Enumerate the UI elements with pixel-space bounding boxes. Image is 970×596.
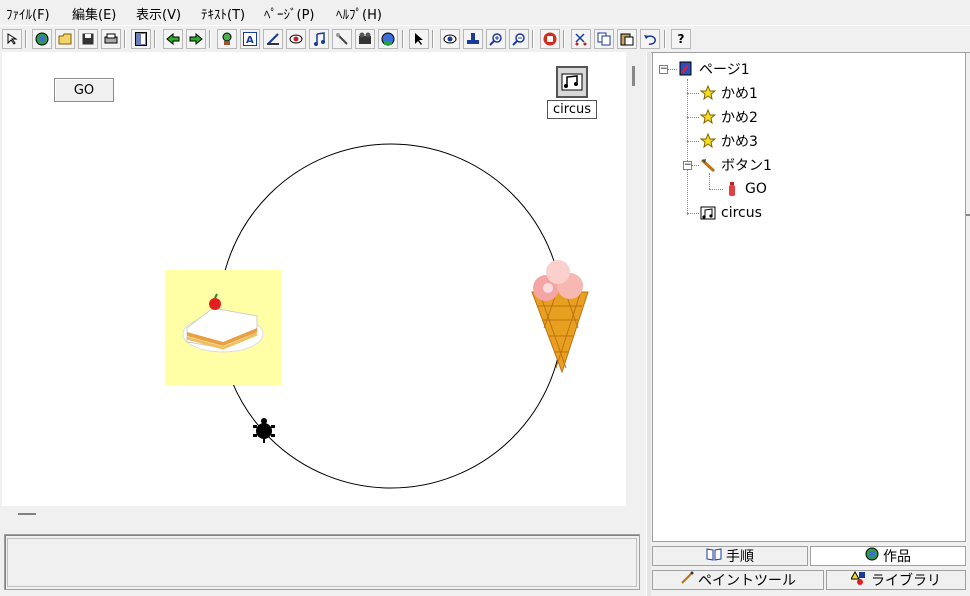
turtle-sprite[interactable] <box>250 417 278 445</box>
stage-canvas[interactable]: GO circus <box>2 52 626 506</box>
tab-library[interactable]: ライブラリ <box>826 570 966 590</box>
tree-music[interactable]: circus <box>699 203 762 223</box>
stage-divider-mark <box>18 513 36 515</box>
menu-text[interactable]: ﾃｷｽﾄ(T) <box>201 4 245 23</box>
copy-icon[interactable] <box>594 29 614 49</box>
turtle-star-icon <box>699 108 717 126</box>
cut-icon[interactable] <box>571 29 591 49</box>
tree-page[interactable]: ページ1 <box>677 59 750 79</box>
layout-icon[interactable] <box>131 29 151 49</box>
save-icon[interactable] <box>78 29 98 49</box>
tab-procedure[interactable]: 手順 <box>652 546 808 566</box>
turtle-star-icon <box>699 132 717 150</box>
zoom-out-icon[interactable] <box>509 29 529 49</box>
tree-button-child[interactable]: GO <box>723 179 767 199</box>
menu-page[interactable]: ﾍﾟｰｼﾞ(P) <box>264 4 314 23</box>
expander-page[interactable]: − <box>659 65 668 74</box>
stop-hand-icon[interactable] <box>540 29 560 49</box>
globe-icon[interactable] <box>32 29 52 49</box>
menu-edit[interactable]: 編集(E) <box>72 4 116 23</box>
bottle-icon <box>723 180 741 198</box>
ice-cream-sprite[interactable] <box>526 258 594 376</box>
menu-view[interactable]: 表示(V) <box>136 4 181 23</box>
film-icon[interactable] <box>355 29 375 49</box>
eye-icon[interactable] <box>440 29 460 49</box>
zoom-in-icon[interactable] <box>486 29 506 49</box>
paste-icon[interactable] <box>617 29 637 49</box>
sound-globe-icon[interactable] <box>378 29 398 49</box>
tab-procedure-label: 手順 <box>726 549 754 565</box>
right-edge-mark <box>966 214 970 216</box>
tree-item-label: かめ2 <box>721 110 758 126</box>
tab-works[interactable]: 作品 <box>810 546 966 566</box>
menu-help[interactable]: ﾍﾙﾌﾟ(H) <box>336 4 382 23</box>
menu-bar: ﾌｧｲﾙ(F) 編集(E) 表示(V) ﾃｷｽﾄ(T) ﾍﾟｰｼﾞ(P) ﾍﾙﾌ… <box>0 0 970 24</box>
page-icon <box>677 60 695 78</box>
text-box-icon[interactable]: A <box>240 29 260 49</box>
character-icon[interactable] <box>217 29 237 49</box>
tree-button-label: ボタン1 <box>721 158 772 174</box>
back-arrow-icon[interactable] <box>163 29 183 49</box>
stage-scroll-handle[interactable] <box>632 66 635 86</box>
tree-item-label: かめ3 <box>721 134 758 150</box>
music-label: circus <box>547 100 597 119</box>
message-panel <box>4 534 640 590</box>
tree-button[interactable]: ボタン1 <box>699 155 772 175</box>
object-tree: − ページ1 かめ1 かめ2 かめ3 − ボタン1 GO circus <box>652 52 966 542</box>
expander-button[interactable]: − <box>683 161 692 170</box>
pointer-select-icon[interactable] <box>2 29 22 49</box>
button-tool-icon <box>699 156 717 174</box>
stage-area: GO circus <box>0 52 648 528</box>
print-icon[interactable] <box>101 29 121 49</box>
tab-works-label: 作品 <box>883 549 911 565</box>
svg-text:A: A <box>246 35 254 46</box>
toolbar: A ? <box>0 25 970 53</box>
music-note-icon[interactable] <box>309 29 329 49</box>
open-folder-icon[interactable] <box>55 29 75 49</box>
tree-page-label: ページ1 <box>699 62 750 78</box>
tree-item[interactable]: かめ2 <box>699 107 758 127</box>
tree-button-child-label: GO <box>745 181 767 197</box>
music-score-icon <box>699 204 717 222</box>
pane-splitter[interactable] <box>646 52 651 596</box>
pen-icon[interactable] <box>332 29 352 49</box>
brush-icon <box>680 571 694 589</box>
tab-library-label: ライブラリ <box>871 573 941 589</box>
music-icon[interactable] <box>556 66 588 98</box>
menu-file[interactable]: ﾌｧｲﾙ(F) <box>6 4 50 23</box>
paint-icon[interactable] <box>263 29 283 49</box>
tree-item-label: かめ1 <box>721 86 758 102</box>
book-icon <box>706 547 722 565</box>
globe-icon <box>865 547 879 565</box>
eye-record-icon[interactable] <box>286 29 306 49</box>
turtle-star-icon <box>699 84 717 102</box>
tree-music-label: circus <box>721 205 762 221</box>
undo-icon[interactable] <box>640 29 660 49</box>
tree-item[interactable]: かめ1 <box>699 83 758 103</box>
cake-sprite[interactable] <box>165 270 281 385</box>
tab-paint-tool[interactable]: ペイントツール <box>652 570 824 590</box>
stamp-icon[interactable] <box>463 29 483 49</box>
forward-arrow-icon[interactable] <box>186 29 206 49</box>
go-button[interactable]: GO <box>54 78 114 102</box>
tree-item[interactable]: かめ3 <box>699 131 758 151</box>
arrow-cursor-icon[interactable] <box>409 29 429 49</box>
tab-paint-tool-label: ペイントツール <box>698 573 796 589</box>
shapes-icon <box>850 570 867 589</box>
help-icon[interactable]: ? <box>671 29 691 49</box>
